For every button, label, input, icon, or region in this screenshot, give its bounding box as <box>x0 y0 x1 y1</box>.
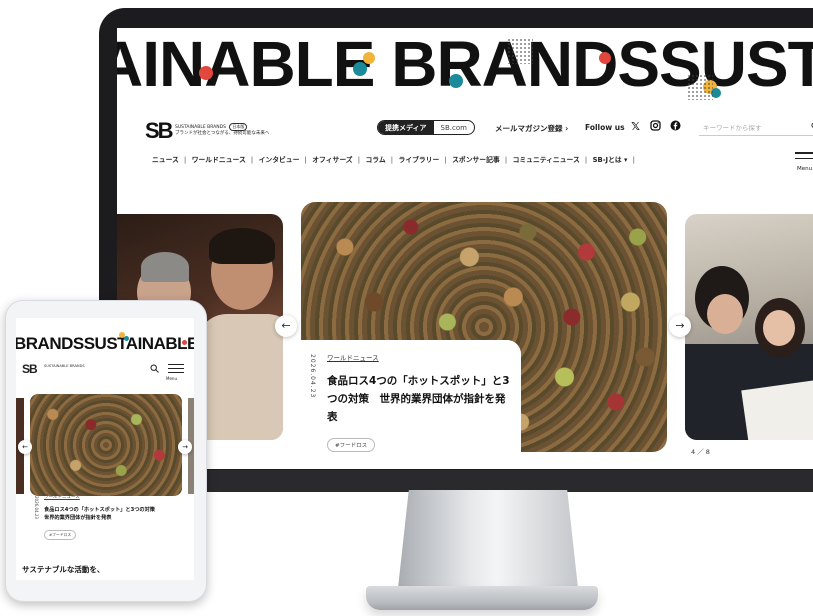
nav-item-library[interactable]: ライブラリー <box>398 156 439 164</box>
nav-item-sponsored[interactable]: スポンサー記事 <box>452 156 500 164</box>
tablet-article-tag[interactable]: #フードロス <box>44 530 77 540</box>
accent-dot-teal-2 <box>449 74 463 88</box>
tablet-article-category-link[interactable]: ワールドニュース <box>44 494 80 500</box>
edition-badge: 日本版 <box>229 123 248 131</box>
carousel-prev-arrow-icon[interactable]: ← <box>275 315 297 337</box>
instagram-icon[interactable] <box>649 120 662 133</box>
desktop-screen: AINABLE BRANDSSUST SB SUSTAINABLE BRANDS… <box>117 28 813 469</box>
nav-item-news[interactable]: ニュース <box>152 156 179 164</box>
tablet-hamburger-menu-icon[interactable] <box>168 364 184 376</box>
carousel-next-arrow-icon[interactable]: → <box>669 315 691 337</box>
tablet-section-heading: サステナブルな活動を、 <box>22 565 105 574</box>
x-icon[interactable]: 𝕏 <box>629 120 642 133</box>
photo-figure <box>209 228 275 264</box>
nav-item-world-news[interactable]: ワールドニュース <box>192 156 246 164</box>
tablet-article-date: 2026.04.23 <box>34 496 39 519</box>
search-placeholder: キーワードから探す <box>703 124 762 132</box>
search-input[interactable]: キーワードから探す <box>699 118 813 136</box>
sb-logo[interactable]: SB <box>145 118 174 144</box>
photo-figure <box>763 310 795 346</box>
logo-name: SUSTAINABLE BRANDS <box>175 125 226 130</box>
tablet-menu-label: Menu <box>166 376 177 381</box>
facebook-icon[interactable] <box>669 120 682 133</box>
tablet-next-arrow-icon[interactable]: → <box>178 440 192 454</box>
article-category-link[interactable]: ワールドニュース <box>327 352 379 362</box>
article-title[interactable]: 食品ロス4つの「ホットスポット」と3つの対策 世界的業界団体が指針を発表 <box>327 372 515 426</box>
tablet-hero-banner: BRANDSSUSTAINABLE B <box>16 334 194 353</box>
article-tag[interactable]: #フードロス <box>327 438 376 452</box>
partner-media-pill[interactable]: 提携メディア SB.com <box>377 120 475 135</box>
accent-dot-teal <box>353 62 367 76</box>
partner-media-label: 提携メディア <box>378 121 434 134</box>
newsletter-link[interactable]: メールマガジン登録 › <box>495 123 568 134</box>
nav-item-officers[interactable]: オフィサーズ <box>312 156 352 164</box>
hamburger-menu-icon[interactable] <box>795 152 813 163</box>
photo-figure <box>707 294 743 334</box>
tablet-article-title[interactable]: 食品ロス4つの「ホットスポット」と3つの対策 世界的業界団体が指針を発表 <box>44 506 164 522</box>
halftone-pattern <box>507 38 533 64</box>
tablet-screen: BRANDSSUSTAINABLE B SB SUSTAINABLE BRAND… <box>16 318 194 580</box>
nav-item-about[interactable]: SB-Jとは ▾ <box>593 156 628 164</box>
accent-dot-yellow <box>363 52 375 64</box>
carousel-slide-next[interactable] <box>685 214 813 440</box>
accent-dot-teal <box>124 336 129 341</box>
menu-label: Menu <box>797 166 813 172</box>
logo-tagline: ブランドが社会とつながる、持続可能な未来へ <box>175 131 270 136</box>
article-date: 2026.04.23 <box>309 354 316 399</box>
tablet-logo-text: SUSTAINABLE BRANDS <box>44 364 85 368</box>
slide-counter: 4 ／ 8 <box>691 448 710 456</box>
tablet-search-icon[interactable] <box>150 364 159 376</box>
accent-dot-red-2 <box>599 52 611 64</box>
global-nav: ニュース | ワールドニュース | インタビュー | オフィサーズ | コラム | ライブ… <box>152 156 635 164</box>
monitor-stand-base <box>366 586 598 610</box>
accent-dot-red <box>199 66 213 80</box>
photo-figure <box>141 252 189 282</box>
photo-figure <box>197 314 283 440</box>
halftone-pattern <box>687 74 713 100</box>
tablet-sb-logo[interactable]: SB <box>22 362 38 376</box>
accent-dot-red <box>182 340 187 345</box>
nav-item-community-news[interactable]: コミュニティニュース <box>513 156 580 164</box>
nav-item-interview[interactable]: インタビュー <box>259 156 300 164</box>
tablet-prev-arrow-icon[interactable]: ← <box>18 440 32 454</box>
tablet-carousel-slide[interactable] <box>30 394 182 496</box>
follow-us-label: Follow us <box>585 123 625 132</box>
monitor-stand-neck <box>398 490 578 588</box>
nav-item-column[interactable]: コラム <box>365 156 385 164</box>
sb-com-link[interactable]: SB.com <box>434 122 474 134</box>
logo-text: SUSTAINABLE BRANDS 日本版 ブランドが社会とつながる、持続可能… <box>175 123 269 137</box>
